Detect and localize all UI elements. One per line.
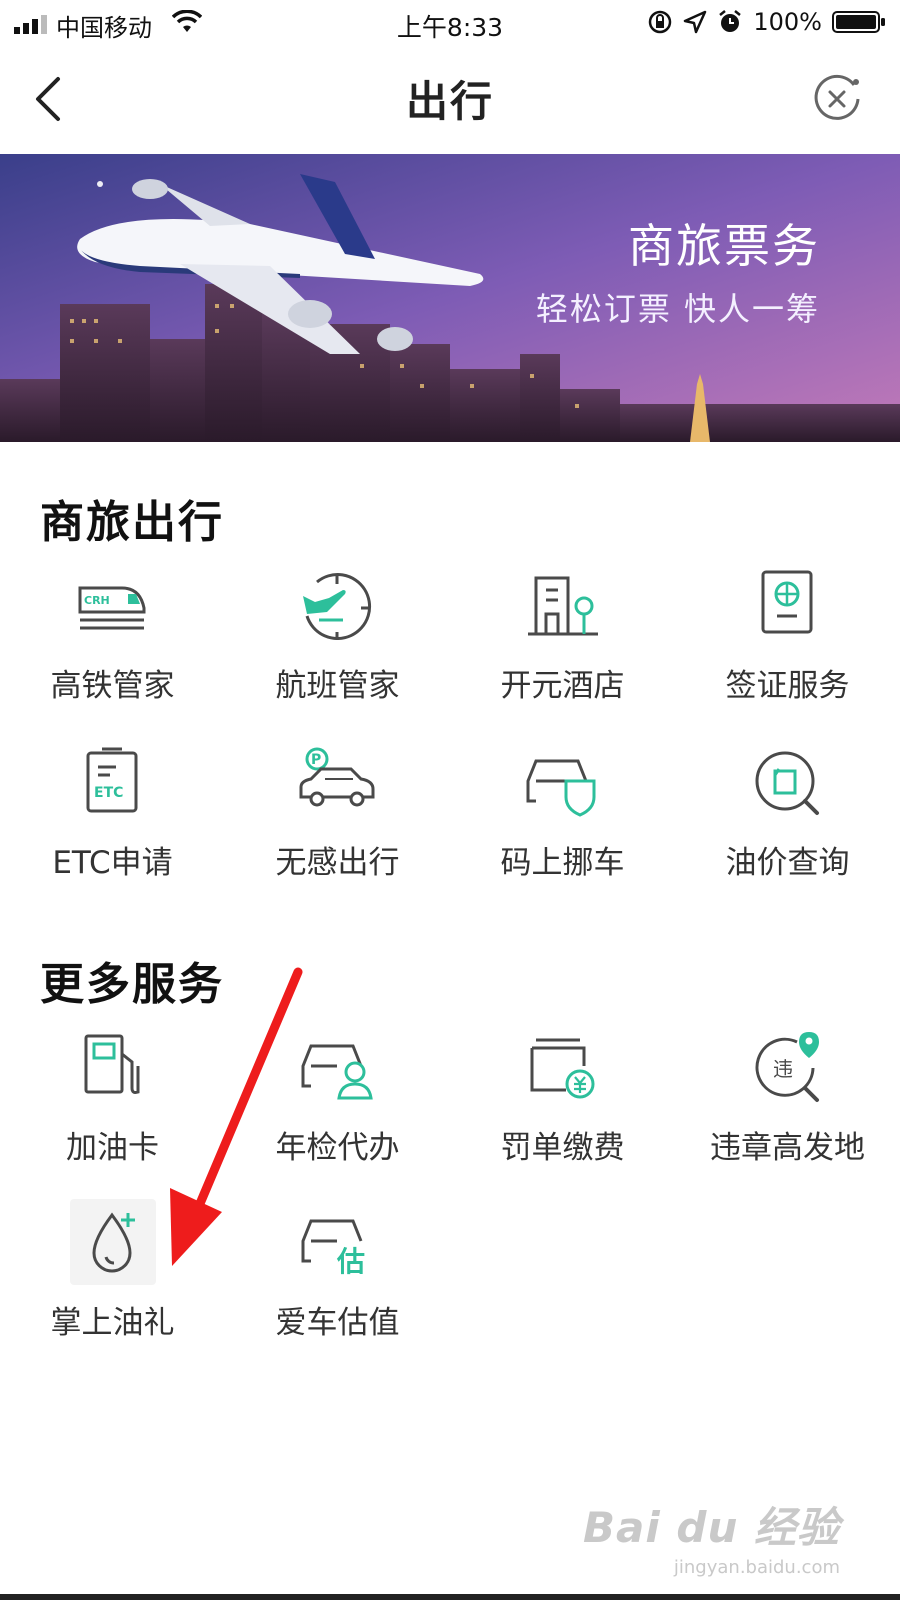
grid-item-label: 爱车估值 [275,1305,400,1341]
grid-item-label: 罚单缴费 [500,1130,625,1166]
grid-item-etc-apply[interactable]: ETC ETC申请 [0,745,225,915]
nav-bar: 出行 [0,46,900,154]
svg-text:CRH: CRH [84,594,110,607]
grid-item-label: ETC申请 [52,845,173,881]
svg-text:ETC: ETC [94,785,123,801]
page-title: 出行 [405,77,494,126]
grid-item-label: 航班管家 [275,668,400,704]
status-bar: 中国移动 上午8:33 100% [0,0,900,46]
location-icon [684,10,707,34]
svg-text:P: P [311,752,321,768]
car-shield-icon [526,759,596,817]
banner-title: 商旅票务 [628,219,820,273]
high-speed-train-icon: CRH [78,586,146,630]
battery-percent: 100% [753,8,822,36]
grid-item-annual-inspection[interactable]: 年检代办 [225,1030,450,1200]
orientation-lock-icon [649,10,672,34]
grid-item-car-valuation[interactable]: 估 爱车估值 [225,1205,450,1375]
grid-item-fuel-price[interactable]: 油价查询 [675,745,900,915]
alarm-icon [719,10,742,32]
svg-text:违: 违 [773,1057,793,1081]
car-valuation-icon: 估 [301,1219,365,1278]
etc-card-icon: ETC [86,747,138,813]
grid-item-label: 开元酒店 [500,668,625,704]
grid-item-visa-service[interactable]: 签证服务 [675,568,900,738]
grid-item-label: 无感出行 [275,845,400,881]
grid-item-handheld-oil-gift[interactable]: 掌上油礼 [0,1199,225,1375]
grid-item-label: 年检代办 [275,1130,400,1166]
grid-item-label: 签证服务 [725,668,850,704]
parking-car-icon: P [299,747,375,807]
grid-item-label: 掌上油礼 [50,1305,175,1341]
grid-item-high-speed-rail[interactable]: CRH 高铁管家 [0,568,225,738]
section-title-business-travel: 商旅出行 [40,497,224,548]
car-inspection-icon [301,1044,373,1100]
grid-item-label: 油价查询 [725,845,850,881]
grid-item-seamless-travel[interactable]: P 无感出行 [225,745,450,915]
oil-drop-plus-icon [92,1212,135,1273]
violation-location-icon: 违 [755,1032,819,1102]
hotel-icon [528,576,598,636]
grid-item-violation-hotspot[interactable]: 违 违章高发地 [675,1030,900,1200]
grid-item-label: 加油卡 [66,1130,159,1166]
grid-item-label: 违章高发地 [710,1130,865,1166]
grid-item-label: 高铁管家 [50,668,175,704]
passport-icon [761,570,813,634]
baidu-jingyan-watermark: Bai du 经验 jingyan.baidu.com [583,1494,840,1578]
grid-item-kaiyuan-hotel[interactable]: 开元酒店 [450,568,675,738]
section-title-more-services: 更多服务 [40,959,224,1010]
fine-payment-icon [530,1038,595,1099]
svg-text:估: 估 [336,1245,365,1278]
watermark-main: Bai du 经验 [583,1503,840,1552]
grid-item-fine-payment[interactable]: 罚单缴费 [450,1030,675,1200]
grid-item-fuel-card[interactable]: 加油卡 [0,1030,225,1200]
grid-item-label: 码上挪车 [500,845,625,881]
promo-banner[interactable]: 商旅票务 轻松订票 快人一筹 [0,154,900,442]
watermark-sub: jingyan.baidu.com [673,1557,840,1578]
fuel-search-icon [755,751,819,815]
close-circle-icon[interactable] [812,74,862,124]
battery-icon [832,11,885,33]
bottom-edge [0,1594,900,1600]
grid-item-move-car[interactable]: 码上挪车 [450,745,675,915]
banner-subtitle: 轻松订票 快人一筹 [535,290,820,328]
gas-pump-icon [84,1034,140,1094]
grid-item-flight-manager[interactable]: 航班管家 [225,568,450,738]
flight-clock-icon [303,573,371,640]
